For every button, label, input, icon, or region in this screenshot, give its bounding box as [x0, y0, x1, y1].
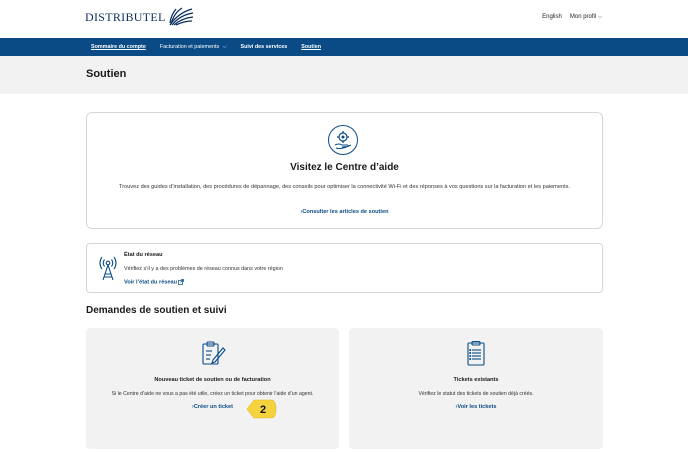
- help-center-card: Visitez le Centre d’aide Trouvez des gui…: [86, 112, 603, 229]
- external-link-icon: [178, 279, 184, 285]
- nav-item-service-tracking[interactable]: Suivi des services: [240, 44, 287, 50]
- logo-text: DISTRIBUTEL: [85, 9, 166, 24]
- create-ticket-label: Créer un ticket: [193, 404, 234, 410]
- page-title: Soutien: [86, 68, 127, 80]
- step-callout-badge: 2: [246, 399, 277, 419]
- network-status-description: Vérifiez s’il y a des problèmes de résea…: [124, 266, 283, 272]
- new-ticket-card: Nouveau ticket de soutien ou de facturat…: [86, 328, 339, 449]
- existing-tickets-card: Tickets existants Vérifiez le statut des…: [349, 328, 603, 449]
- language-link[interactable]: English: [542, 14, 562, 20]
- view-tickets-label: Voir les tickets: [457, 404, 497, 410]
- nav-item-account-summary[interactable]: Sommaire du compte: [91, 44, 146, 50]
- profile-label: Mon profil: [569, 14, 597, 20]
- nav-item-billing-label: Facturation et paiements: [159, 44, 220, 50]
- support-articles-link[interactable]: ›Consulter les articles de soutien: [87, 209, 602, 215]
- network-status-link[interactable]: Voir l’état du réseau: [124, 279, 184, 285]
- nav-item-billing[interactable]: Facturation et paiements ⌵: [160, 44, 227, 50]
- create-ticket-link[interactable]: ›Créer un ticket: [86, 404, 339, 410]
- section-title: Demandes de soutien et suivi: [86, 305, 227, 316]
- help-center-description: Trouvez des guides d’installation, des p…: [119, 184, 570, 190]
- help-center-title: Visitez le Centre d’aide: [290, 162, 399, 173]
- support-articles-label: Consulter les articles de soutien: [302, 209, 389, 215]
- logo-starburst-icon: [168, 7, 193, 26]
- main-nav: Sommaire du compte Facturation et paieme…: [0, 38, 688, 56]
- new-ticket-description: Si le Centre d’aide ne vous a pas été ut…: [111, 391, 314, 397]
- existing-tickets-description: Vérifiez le statut des tickets de soutie…: [418, 391, 534, 397]
- new-ticket-title: Nouveau ticket de soutien ou de facturat…: [154, 377, 271, 383]
- clipboard-list-icon: [467, 340, 485, 366]
- network-status-card: État du réseau Vérifiez s’il y a des pro…: [86, 243, 603, 293]
- page-header: Soutien: [0, 56, 688, 94]
- logo[interactable]: DISTRIBUTEL: [85, 7, 194, 27]
- view-tickets-link[interactable]: ›Voir les tickets: [349, 404, 603, 410]
- edit-document-icon: [202, 341, 226, 365]
- top-links: English Mon profil ⌵: [542, 14, 602, 20]
- network-status-title: État du réseau: [124, 252, 163, 258]
- nav-item-support[interactable]: Soutien: [301, 44, 321, 50]
- chevron-down-icon: ⌵: [598, 14, 602, 20]
- network-status-link-label: Voir l’état du réseau: [124, 279, 178, 286]
- step-number: 2: [260, 404, 266, 416]
- chevron-down-icon: ⌵: [222, 44, 227, 50]
- top-header: DISTRIBUTEL English Mon profil ⌵: [0, 0, 688, 38]
- existing-tickets-title: Tickets existants: [453, 377, 499, 383]
- antenna-icon: [99, 256, 117, 281]
- profile-menu[interactable]: Mon profil ⌵: [570, 14, 602, 20]
- gear-hand-icon: [328, 125, 358, 155]
